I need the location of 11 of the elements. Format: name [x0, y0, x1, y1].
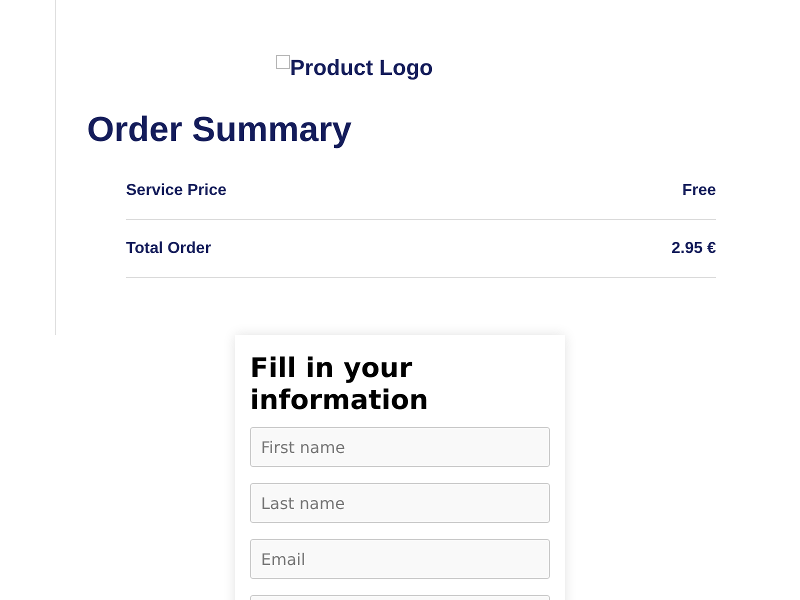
- row-value: Free: [682, 182, 716, 200]
- input-field[interactable]: Email: [250, 539, 550, 579]
- row-label: Service Price: [126, 182, 227, 200]
- order-summary-title: Order Summary: [87, 109, 353, 151]
- broken-image-icon: [276, 55, 290, 69]
- form-title: Fill in your information: [250, 353, 430, 417]
- input-field[interactable]: Last name: [250, 483, 550, 523]
- row-label: Total Order: [126, 240, 212, 258]
- logo-alt-text: Product Logo: [290, 54, 433, 82]
- input-field[interactable]: First name: [250, 427, 550, 467]
- row-value: 2.95 €: [672, 240, 716, 258]
